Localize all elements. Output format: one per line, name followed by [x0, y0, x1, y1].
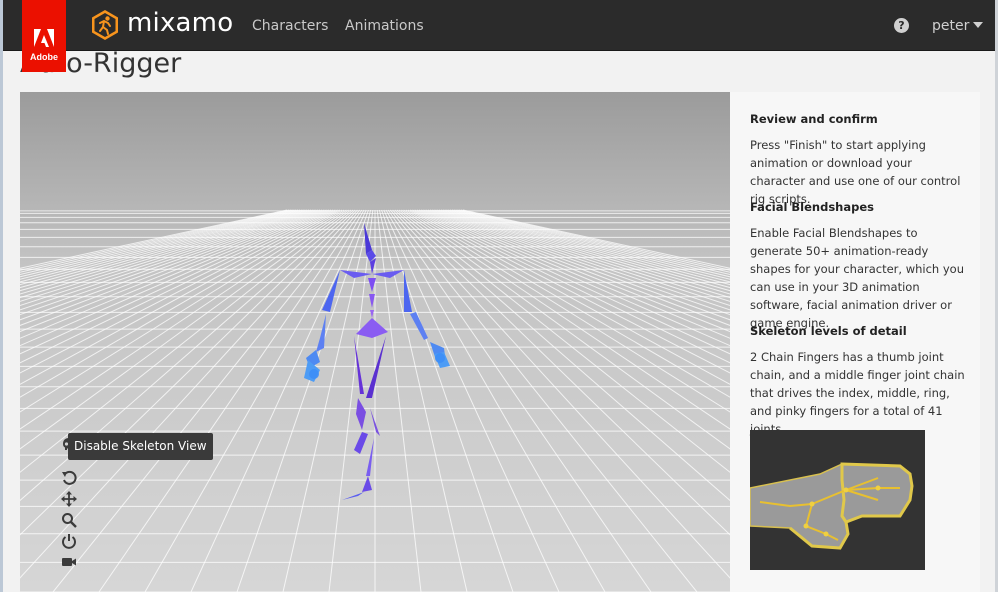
window-edge	[0, 0, 3, 592]
adobe-label: Adobe	[30, 52, 58, 62]
section-body-blendshapes: Enable Facial Blendshapes to generate 50…	[750, 226, 964, 330]
help-circle-icon[interactable]: ?	[894, 18, 909, 33]
adobe-badge[interactable]: Adobe	[22, 0, 66, 72]
nav-animations[interactable]: Animations	[345, 18, 424, 34]
section-heading-skeleton-levels: Skeleton levels of detail	[750, 324, 907, 338]
user-menu[interactable]: peter	[932, 18, 984, 34]
section-heading-review: Review and confirm	[750, 112, 878, 126]
zoom-icon[interactable]	[61, 512, 77, 528]
caret-down-icon	[973, 22, 984, 28]
adobe-logo-icon	[34, 29, 54, 47]
section-body-skeleton-levels: 2 Chain Fingers has a thumb joint chain,…	[750, 350, 965, 436]
mixamo-logo-icon[interactable]	[89, 9, 121, 41]
camera-icon[interactable]	[61, 554, 77, 570]
nav-characters[interactable]: Characters	[252, 18, 328, 34]
skeleton-scene	[20, 92, 730, 592]
pan-icon[interactable]	[61, 491, 77, 507]
power-icon[interactable]	[61, 533, 77, 549]
tooltip: Disable Skeleton View	[68, 433, 213, 460]
rotate-icon[interactable]	[61, 470, 77, 486]
brand-name[interactable]: mixamo	[127, 8, 233, 38]
3d-viewport[interactable]: Disable Skeleton View	[20, 92, 730, 592]
hand-skeleton-image	[749, 430, 925, 570]
top-navigation-bar: mixamo Characters Animations ? peter	[3, 0, 995, 51]
section-heading-blendshapes: Facial Blendshapes	[750, 200, 875, 214]
info-panel: Review and confirm Press "Finish" to sta…	[730, 92, 980, 592]
user-name: peter	[932, 18, 970, 34]
section-body-review: Press "Finish" to start applying animati…	[750, 138, 961, 206]
